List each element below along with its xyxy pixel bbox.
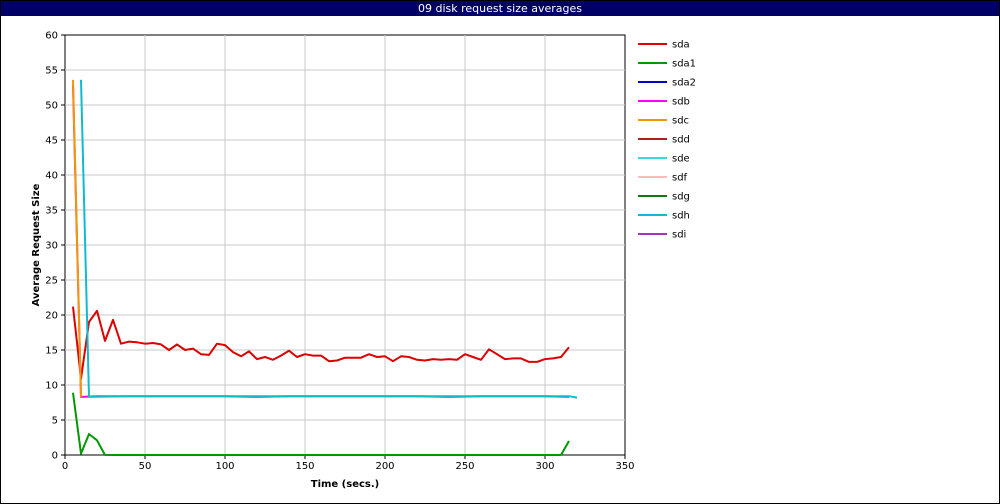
legend-label-sda1: sda1 <box>672 59 696 70</box>
x-tick-label: 350 <box>615 461 634 472</box>
legend: sda sda1 sda2 sdb sdc sdd sde sdf sdg sdh sdi <box>638 40 696 241</box>
y-axis-label: Average Request Size <box>31 183 42 306</box>
x-tick-label: 50 <box>139 461 152 472</box>
y-tick-label: 45 <box>45 136 58 147</box>
y-tick-label: 25 <box>45 276 58 287</box>
x-tick-label: 150 <box>295 461 314 472</box>
x-axis-label: Time (secs.) <box>311 479 380 490</box>
legend-label-sdg: sdg <box>672 192 690 203</box>
legend-label-sdf: sdf <box>672 173 688 184</box>
y-tick-label: 50 <box>45 101 58 112</box>
legend-label-sda: sda <box>672 40 690 51</box>
y-tick-label: 20 <box>45 311 58 322</box>
x-tick-label: 100 <box>215 461 234 472</box>
legend-label-sdi: sdi <box>672 230 686 241</box>
y-tick-label: 35 <box>45 206 58 217</box>
y-tick-label: 55 <box>45 66 58 77</box>
y-tick-label: 40 <box>45 171 58 182</box>
x-tick-label: 250 <box>455 461 474 472</box>
legend-label-sdc: sdc <box>672 116 689 127</box>
x-tick-label: 300 <box>535 461 554 472</box>
y-tick-label: 15 <box>45 346 58 357</box>
y-tick-label: 0 <box>52 451 58 462</box>
y-tick-label: 10 <box>45 381 58 392</box>
y-tick-label: 5 <box>52 416 58 427</box>
chart-canvas: 0 50 100 150 200 250 300 350 0 5 10 15 20 25 30 35 40 45 5… <box>31 31 696 491</box>
legend-label-sdb: sdb <box>672 97 690 108</box>
legend-label-sdd: sdd <box>672 135 690 146</box>
y-tick-label: 30 <box>45 241 58 252</box>
legend-label-sde: sde <box>672 154 690 165</box>
y-tick-label: 60 <box>45 31 58 42</box>
legend-label-sda2: sda2 <box>672 78 696 89</box>
x-tick-label: 0 <box>62 461 68 472</box>
legend-label-sdh: sdh <box>672 211 690 222</box>
x-tick-label: 200 <box>375 461 394 472</box>
